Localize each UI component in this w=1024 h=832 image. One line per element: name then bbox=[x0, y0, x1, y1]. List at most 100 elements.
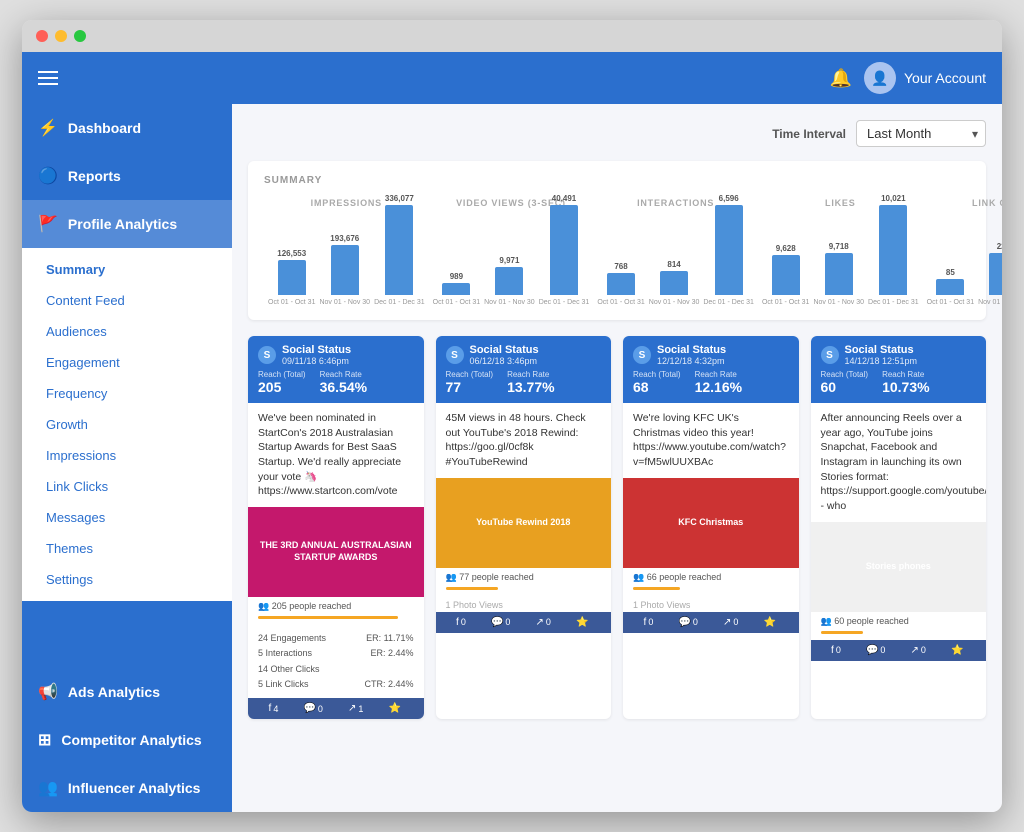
bar-value: 126,553 bbox=[277, 249, 306, 258]
post-header: SSocial Status12/12/18 4:32pmReach (Tota… bbox=[623, 336, 799, 403]
likes-icon: f bbox=[269, 703, 272, 714]
sidebar-item-reports[interactable]: 🔵 Reports bbox=[22, 152, 232, 200]
footer-item-likes: f0 bbox=[456, 617, 466, 628]
footer-item-shares: ↗0 bbox=[911, 645, 926, 656]
post-date: 12/12/18 4:32pm bbox=[657, 356, 726, 366]
metric-label: 14 Other Clicks bbox=[258, 662, 320, 677]
bar bbox=[772, 255, 800, 295]
sidebar-sub-content-feed[interactable]: Content Feed bbox=[22, 285, 232, 316]
metric-value: ER: 2.44% bbox=[370, 646, 413, 661]
metric-label: 24 Engagements bbox=[258, 631, 326, 646]
post-card: SSocial Status06/12/18 3:46pmReach (Tota… bbox=[436, 336, 612, 719]
bar bbox=[989, 253, 1002, 295]
sidebar-sub-growth[interactable]: Growth bbox=[22, 409, 232, 440]
chart-group-video-views-(3-sec): VIDEO VIEWS (3-SEC)989Oct 01 - Oct 319,9… bbox=[429, 198, 594, 306]
profile-analytics-icon: 🚩 bbox=[38, 214, 58, 234]
reach-total-value: 205 bbox=[258, 379, 281, 395]
shares-icon: ↗ bbox=[911, 645, 919, 656]
star-icon: ⭐ bbox=[764, 617, 776, 628]
post-card: SSocial Status14/12/18 12:51pmReach (Tot… bbox=[811, 336, 987, 719]
engagement-bar bbox=[258, 616, 398, 619]
likes-icon: f bbox=[644, 617, 647, 628]
bar-label: Oct 01 - Oct 31 bbox=[433, 299, 480, 306]
chart-group-impressions: IMPRESSIONS126,553Oct 01 - Oct 31193,676… bbox=[264, 198, 429, 306]
reports-icon: 🔵 bbox=[38, 166, 58, 186]
charts-row: IMPRESSIONS126,553Oct 01 - Oct 31193,676… bbox=[264, 198, 970, 306]
likes-count: 4 bbox=[273, 704, 278, 714]
chart-group-interactions: INTERACTIONS768Oct 01 - Oct 31814Nov 01 … bbox=[593, 198, 758, 306]
shares-icon: ↗ bbox=[536, 617, 544, 628]
shares-count: 0 bbox=[546, 617, 551, 627]
post-card: SSocial Status12/12/18 4:32pmReach (Tota… bbox=[623, 336, 799, 719]
bar bbox=[936, 279, 964, 295]
sidebar-label-ads: Ads Analytics bbox=[68, 684, 160, 700]
chart-title: LINK CLICKS bbox=[972, 198, 1002, 208]
account-button[interactable]: 👤 Your Account bbox=[864, 62, 986, 94]
notifications-icon[interactable]: 🔔 bbox=[830, 68, 852, 89]
bar-label: Nov 01 - Nov 30 bbox=[319, 299, 370, 306]
sidebar-sub-themes[interactable]: Themes bbox=[22, 533, 232, 564]
bar bbox=[715, 205, 743, 295]
main-content: Time Interval Last Month Last Week Last … bbox=[232, 104, 1002, 812]
chart-title: IMPRESSIONS bbox=[311, 198, 382, 208]
post-brand: Social Status bbox=[657, 344, 726, 356]
sidebar-label-influencer: Influencer Analytics bbox=[68, 780, 201, 796]
time-interval-select[interactable]: Last Month Last Week Last 3 Months Last … bbox=[856, 120, 986, 147]
app-window: 🔔 👤 Your Account ⚡ Dashboard 🔵 Reports bbox=[22, 20, 1002, 812]
sidebar-sub-summary[interactable]: Summary bbox=[22, 254, 232, 285]
bar-value: 814 bbox=[667, 260, 680, 269]
chart-group-likes: LIKES9,628Oct 01 - Oct 319,718Nov 01 - N… bbox=[758, 198, 923, 306]
sidebar-bottom: 📢 Ads Analytics ⊞ Competitor Analytics 👥… bbox=[22, 668, 232, 812]
sidebar-item-competitor-analytics[interactable]: ⊞ Competitor Analytics bbox=[22, 716, 232, 764]
comments-icon: 💬 bbox=[678, 617, 690, 628]
bar-label: Nov 01 - Nov 30 bbox=[484, 299, 535, 306]
bar-value: 85 bbox=[946, 268, 955, 277]
post-metric-row: 5 Link Clicks CTR: 2.44% bbox=[258, 677, 414, 692]
post-body-text: We're loving KFC UK's Christmas video th… bbox=[623, 403, 799, 478]
post-metrics: 24 EngagementsER: 11.71%5 InteractionsER… bbox=[248, 625, 424, 698]
minimize-dot[interactable] bbox=[55, 30, 67, 42]
time-interval-label: Time Interval bbox=[772, 127, 846, 141]
sidebar-item-influencer-analytics[interactable]: 👥 Influencer Analytics bbox=[22, 764, 232, 812]
post-image: YouTube Rewind 2018 bbox=[436, 478, 612, 568]
bar-value: 6,596 bbox=[719, 194, 739, 203]
post-body-text: After announcing Reels over a year ago, … bbox=[811, 403, 987, 522]
comments-icon: 💬 bbox=[491, 617, 503, 628]
close-dot[interactable] bbox=[36, 30, 48, 42]
sidebar-label-dashboard: Dashboard bbox=[68, 120, 141, 136]
bar-label: Nov 01 - Nov 30 bbox=[978, 299, 1002, 306]
menu-button[interactable] bbox=[38, 71, 58, 85]
sidebar-item-ads-analytics[interactable]: 📢 Ads Analytics bbox=[22, 668, 232, 716]
topbar-left bbox=[38, 71, 58, 85]
sidebar-sub-audiences[interactable]: Audiences bbox=[22, 316, 232, 347]
reach-total-value: 68 bbox=[633, 379, 649, 395]
social-status-icon: S bbox=[633, 346, 651, 364]
time-interval-select-wrapper: Last Month Last Week Last 3 Months Last … bbox=[856, 120, 986, 147]
sidebar-sub-engagement[interactable]: Engagement bbox=[22, 347, 232, 378]
sidebar-sub-messages[interactable]: Messages bbox=[22, 502, 232, 533]
sidebar-sub-frequency[interactable]: Frequency bbox=[22, 378, 232, 409]
sidebar-sub-impressions[interactable]: Impressions bbox=[22, 440, 232, 471]
shares-count: 0 bbox=[921, 645, 926, 655]
post-metric-row: 24 EngagementsER: 11.71% bbox=[258, 631, 414, 646]
comments-count: 0 bbox=[318, 704, 323, 714]
bar bbox=[879, 205, 907, 295]
metric-label: 5 Link Clicks bbox=[258, 677, 309, 692]
maximize-dot[interactable] bbox=[74, 30, 86, 42]
sidebar-item-dashboard[interactable]: ⚡ Dashboard bbox=[22, 104, 232, 152]
sidebar-sub-settings[interactable]: Settings bbox=[22, 564, 232, 595]
footer-item-comments: 💬0 bbox=[678, 617, 697, 628]
sidebar-sub-link-clicks[interactable]: Link Clicks bbox=[22, 471, 232, 502]
sidebar-item-profile-analytics[interactable]: 🚩 Profile Analytics bbox=[22, 200, 232, 248]
shares-count: 1 bbox=[358, 704, 363, 714]
metric-value: CTR: 2.44% bbox=[364, 677, 413, 692]
likes-count: 0 bbox=[461, 617, 466, 627]
ads-icon: 📢 bbox=[38, 682, 58, 702]
bar-value: 9,718 bbox=[829, 242, 849, 251]
photo-views: 1 Photo Views bbox=[436, 596, 612, 612]
social-status-icon: S bbox=[258, 346, 276, 364]
post-date: 09/11/18 6:46pm bbox=[282, 356, 351, 366]
footer-item-star: ⭐ bbox=[576, 617, 590, 628]
time-interval-row: Time Interval Last Month Last Week Last … bbox=[248, 120, 986, 147]
bar-label: Nov 01 - Nov 30 bbox=[813, 299, 864, 306]
